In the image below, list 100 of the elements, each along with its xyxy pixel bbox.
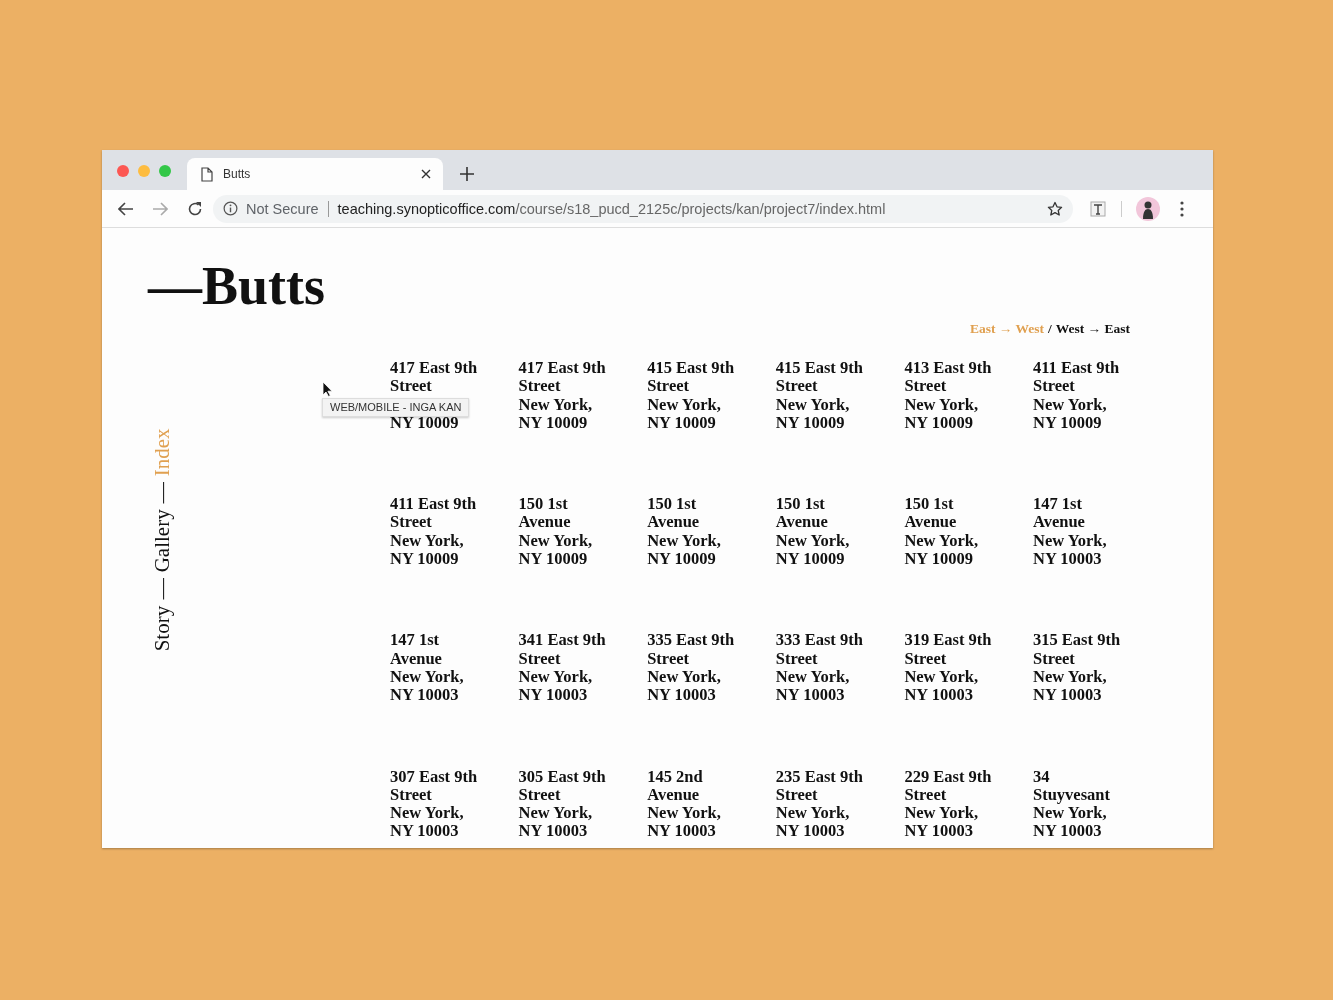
city-line: New York, [518,395,594,414]
street-line: 411 East 9th [1032,359,1121,378]
reload-icon[interactable] [187,200,203,217]
city-line: New York, [647,531,722,551]
street-line: 150 1st [775,495,826,514]
zip-line: NY 10003 [518,686,589,705]
street-line: 411 East 9th [390,495,478,514]
close-icon[interactable] [421,169,431,179]
street-line: Street [1032,377,1076,396]
street-line: Street [390,785,433,805]
street-line: 150 1st [647,495,698,514]
city-line: New York, [775,531,851,551]
city-line: New York, [904,667,979,687]
security-label: Not Secure [246,200,319,217]
zip-line: NY 10003 [1032,550,1103,569]
zip-line: NY 10003 [390,686,460,705]
street-line: 229 East 9th [904,767,993,786]
street-line: 415 East 9th [647,359,736,378]
city-line: New York, [518,667,594,687]
back-icon[interactable] [118,201,134,216]
city-line: New York, [904,804,979,823]
zip-line: NY 10003 [647,686,717,705]
street-line: 150 1st [904,495,955,514]
street-line: 415 East 9th [775,359,864,378]
street-line: Street [647,649,691,668]
page-title: —Butts [148,257,327,315]
city-line: New York, [1032,667,1108,687]
street-line: Street [390,377,433,396]
tooltip: WEB/MOBILE - INGA KAN [322,398,470,417]
street-line: Street [518,785,562,805]
street-line: Street [904,785,948,805]
profile-avatar-icon[interactable] [1136,196,1160,221]
tab-title: Butts [223,167,252,181]
street-line: 305 East 9th [518,767,607,786]
city-line: New York, [1032,395,1108,414]
mouse-cursor-icon [322,381,333,397]
zip-line: NY 10003 [1032,686,1103,705]
zip-line: NY 10009 [1032,413,1103,433]
city-line: New York, [647,667,722,687]
sort-separator: / [1048,321,1052,337]
street-line: Street [1032,649,1076,668]
sort-link[interactable]: West → East [1055,321,1130,337]
zip-line: NY 10009 [904,413,974,433]
street-line: 413 East 9th [904,359,993,378]
city-line: New York, [390,531,465,551]
street-line: Avenue [390,649,443,668]
street-line: Avenue [775,513,829,532]
street-line: Stuyvesant [1032,785,1111,805]
zip-line: NY 10003 [390,822,460,841]
street-line: 307 East 9th [390,767,479,786]
street-line: Avenue [647,785,701,805]
new-tab-icon[interactable] [460,167,474,181]
browser-tab[interactable]: Butts [187,158,443,190]
zip-line: NY 10009 [518,413,589,433]
zip-line: NY 10009 [647,550,717,569]
zip-line: NY 10003 [904,686,974,705]
street-line: Avenue [518,513,572,532]
street-line: 333 East 9th [775,631,864,650]
zip-line: NY 10009 [904,550,974,569]
city-line: New York, [1032,531,1108,551]
zip-line: NY 10009 [775,413,846,433]
street-line: Street [775,785,819,805]
street-line: 335 East 9th [647,631,736,650]
street-line: 341 East 9th [518,631,607,650]
street-line: 417 East 9th [390,359,479,378]
zip-line: NY 10003 [775,822,846,841]
street-line: Street [518,377,562,396]
street-line: 147 1st [1032,495,1083,514]
street-line: 147 1st [390,631,441,650]
city-line: New York, [775,667,851,687]
zip-line: NY 10009 [390,550,460,569]
zip-line: NY 10003 [647,822,717,841]
address-bar[interactable]: Not Secure teaching.synopticoffice.com/course/s18_pucd_2125c/projects/kan/project7/index.html [213,194,1073,223]
street-line: 319 East 9th [904,631,993,650]
street-line: 145 2nd [647,767,704,786]
street-line: 34 [1032,767,1051,786]
city-line: New York, [390,667,465,687]
street-line: 235 East 9th [775,767,864,786]
bookmark-star-icon[interactable] [1047,200,1063,217]
menu-icon[interactable] [1180,200,1184,217]
info-icon[interactable] [223,201,238,216]
street-line: Avenue [647,513,701,532]
street-line: Street [390,513,433,532]
nav-link[interactable]: Gallery [150,509,175,573]
city-line: New York, [775,804,851,823]
street-line: Street [775,377,819,396]
nav-link[interactable]: Story [150,605,175,652]
extension-icon[interactable] [1090,200,1106,217]
street-line: Avenue [904,513,958,532]
zip-line: NY 10003 [775,686,846,705]
document-icon [201,166,213,182]
street-line: Street [904,649,948,668]
url-text: teaching.synopticoffice.com/course/s18_pucd_2125c/projects/kan/project7/index.html [337,200,887,217]
zip-line: NY 10009 [775,550,846,569]
city-line: New York, [775,395,851,414]
city-line: New York, [904,531,979,551]
street-line: 150 1st [518,495,569,514]
zip-line: NY 10009 [647,413,717,433]
street-line: Street [775,649,819,668]
street-line: Street [904,377,948,396]
